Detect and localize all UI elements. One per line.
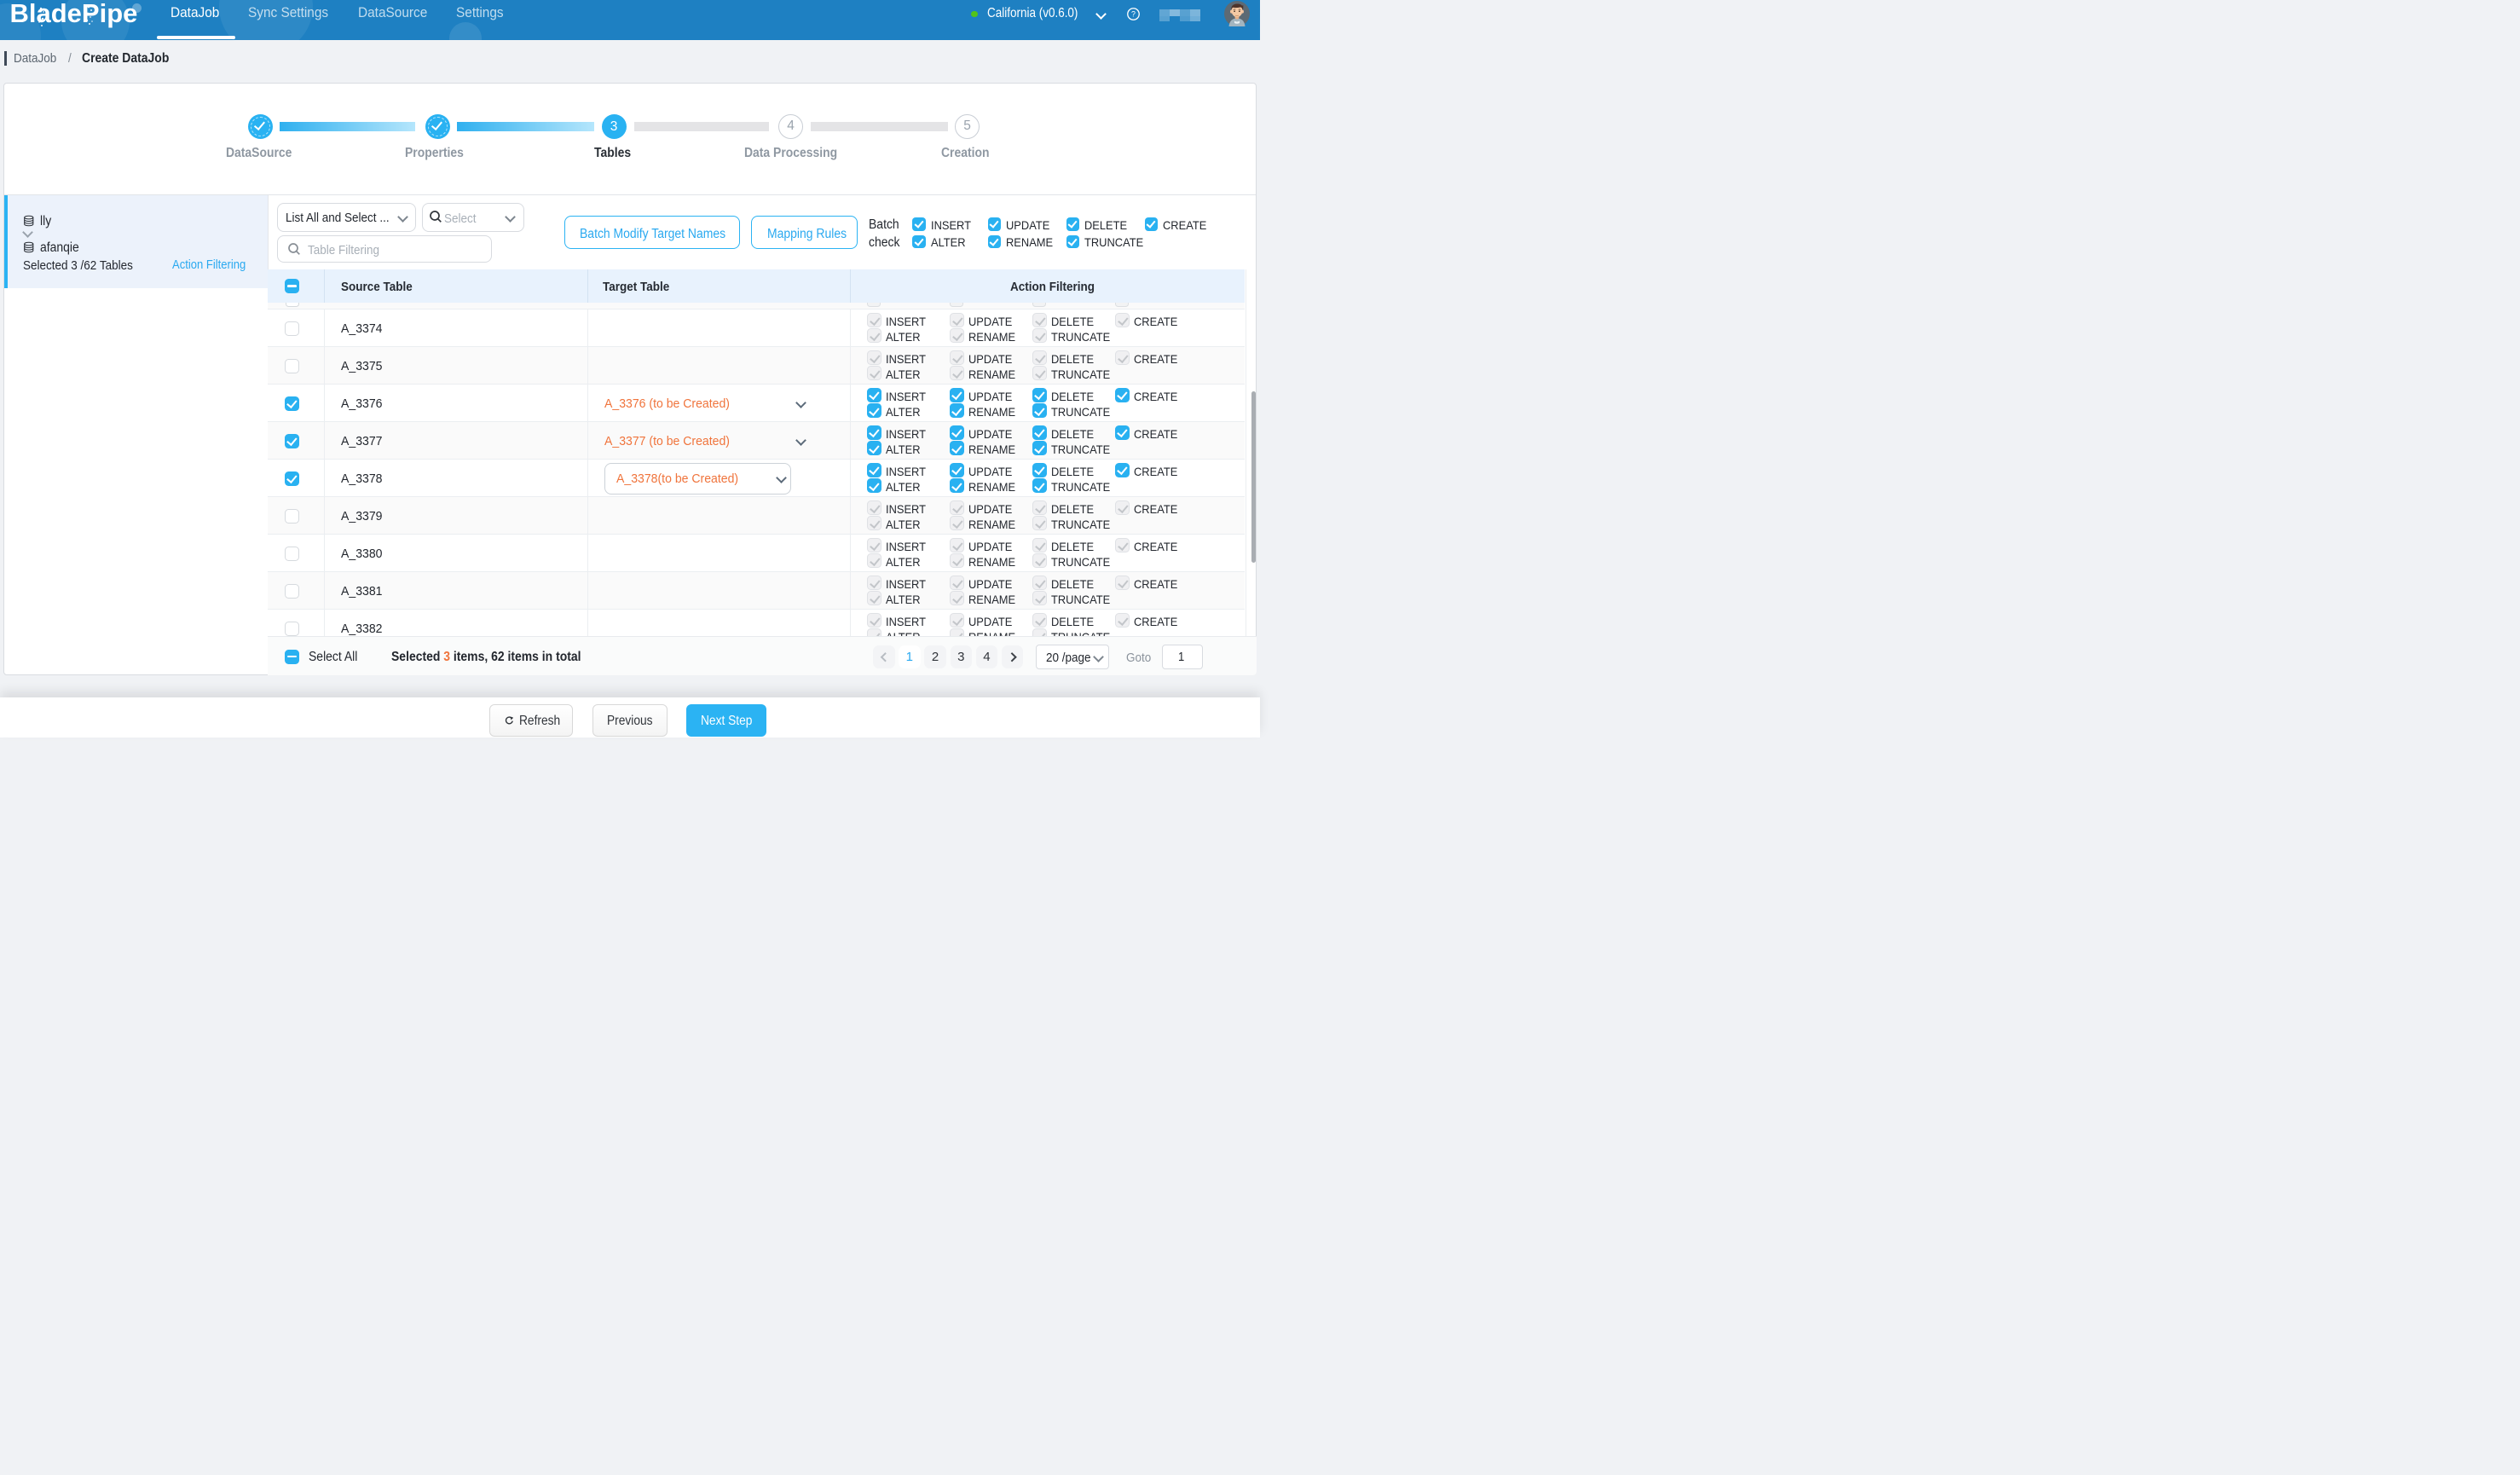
- svg-text:?: ?: [1131, 9, 1136, 18]
